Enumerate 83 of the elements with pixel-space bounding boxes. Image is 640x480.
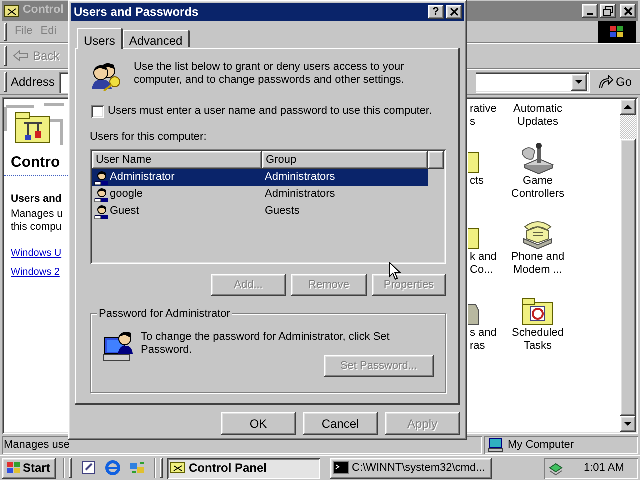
- address-label: Address: [11, 74, 56, 91]
- window-title: Control: [23, 5, 64, 17]
- icon-label[interactable]: Game: [523, 175, 553, 188]
- icon-label[interactable]: s and: [470, 327, 497, 340]
- browser-icon: [104, 460, 122, 476]
- icon-label[interactable]: k and: [470, 251, 497, 264]
- folder-icon: [170, 460, 186, 476]
- computer-user-icon: [103, 330, 135, 362]
- list-row[interactable]: google Administrators: [92, 186, 428, 203]
- maximize-button[interactable]: [600, 4, 616, 18]
- list-row[interactable]: Guest Guests: [92, 203, 428, 220]
- minimize-button[interactable]: [582, 4, 598, 18]
- description-text: Use the list below to grant or deny users access to your computer, and to change passwords and other settings.: [134, 61, 406, 87]
- user-icon: [94, 170, 110, 186]
- item-title: Users and: [11, 192, 62, 207]
- start-button[interactable]: Start: [2, 458, 56, 478]
- button[interactable]: OK: [221, 412, 296, 435]
- taskbar-button[interactable]: C:\WINNT\system32\cmd...: [330, 458, 492, 478]
- link[interactable]: Windows 2: [11, 264, 60, 280]
- description-text: Manages u: [11, 208, 63, 221]
- down-arrow-icon: [624, 422, 632, 426]
- status-text: Manages use: [2, 436, 482, 454]
- checkbox[interactable]: [91, 104, 104, 118]
- tab[interactable]: Advanced: [123, 30, 190, 47]
- icon-label[interactable]: Updates: [518, 116, 558, 129]
- back-arrow-icon: [13, 50, 29, 62]
- dropdown-button[interactable]: [570, 74, 587, 90]
- icon-label[interactable]: ras: [470, 340, 486, 353]
- folder-clock-icon: [521, 297, 555, 327]
- button[interactable]: Cancel: [303, 412, 378, 435]
- icon-label[interactable]: Phone and: [511, 251, 565, 264]
- description-text: To change the password for Administrator, click Set Password.: [141, 331, 391, 357]
- icon-label[interactable]: Tasks: [524, 340, 552, 353]
- scroll-down-button[interactable]: [620, 416, 636, 432]
- flag-icon: [5, 461, 21, 475]
- cursor-icon: [389, 262, 401, 281]
- checkbox-label[interactable]: Users must enter a user name and password to use this computer.: [108, 103, 432, 120]
- close-icon: [622, 4, 634, 18]
- link[interactable]: Windows U: [11, 246, 62, 261]
- go-button[interactable]: Go: [594, 73, 636, 91]
- column-header[interactable]: User Name: [92, 151, 262, 169]
- list-row[interactable]: Administrator Administrators: [92, 169, 428, 186]
- description-text: this compu: [11, 220, 62, 234]
- close-icon: [450, 8, 458, 16]
- computer-icon: [488, 438, 504, 452]
- close-button[interactable]: [620, 4, 636, 18]
- taskbar-button[interactable]: Control Panel: [167, 458, 320, 478]
- icon-label[interactable]: Controllers: [511, 188, 565, 201]
- flag-icon: [608, 24, 626, 40]
- desktop-icon: [80, 460, 98, 476]
- minimize-icon: [587, 13, 593, 15]
- up-arrow-icon: [624, 104, 632, 110]
- column-header[interactable]: Group: [262, 151, 428, 169]
- icon-label[interactable]: Co...: [470, 264, 494, 277]
- user-icon: [94, 204, 110, 220]
- status-zone: My Computer: [484, 436, 638, 454]
- channels-icon: [128, 460, 146, 476]
- scroll-up-button[interactable]: [620, 99, 636, 115]
- icon-label[interactable]: rative: [470, 103, 497, 116]
- console-icon: [333, 460, 349, 476]
- icon-label[interactable]: cts: [470, 175, 484, 188]
- scroll-thumb[interactable]: [620, 139, 636, 416]
- dialog-title: Users and Passwords: [74, 4, 199, 21]
- clock: 1:01 AM: [584, 460, 624, 476]
- scrollbar[interactable]: [620, 99, 636, 432]
- icon-label[interactable]: Modem ...: [514, 264, 562, 277]
- icon-label[interactable]: s: [470, 116, 476, 129]
- icon-label[interactable]: Scheduled: [512, 327, 564, 340]
- icon-label[interactable]: Automatic: [514, 103, 562, 116]
- page-heading: Contro: [11, 155, 60, 170]
- joystick-icon: [521, 141, 555, 175]
- user-list[interactable]: User Name Group Administrator Administrators google Administrators Guest Guests: [90, 149, 446, 264]
- caret-icon: [574, 80, 583, 84]
- help-button[interactable]: ?: [428, 5, 444, 19]
- address-field[interactable]: [476, 72, 590, 92]
- users-key-icon: [90, 61, 122, 91]
- tab[interactable]: Users: [77, 28, 124, 49]
- restore-icon: [602, 4, 614, 18]
- folder-icon: [4, 4, 20, 18]
- close-button[interactable]: [446, 5, 462, 19]
- list-label: Users for this computer:: [90, 130, 208, 144]
- user-icon: [94, 186, 110, 202]
- column-header[interactable]: [428, 151, 444, 169]
